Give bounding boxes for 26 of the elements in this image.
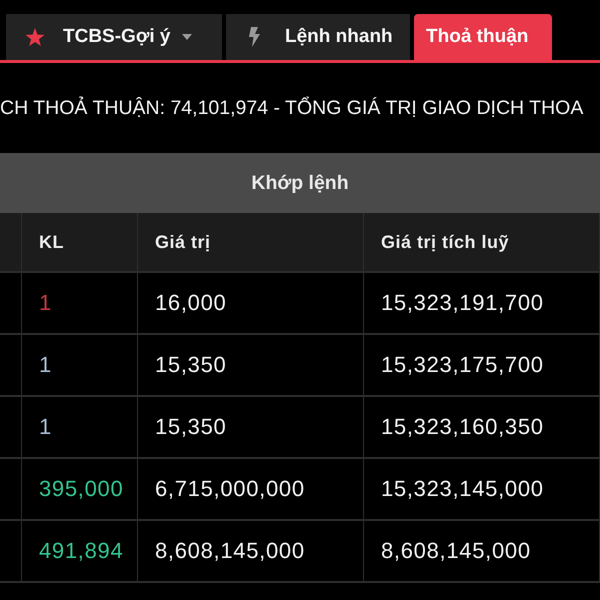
column-header: KL bbox=[39, 232, 64, 252]
column-header: Giá trị bbox=[155, 232, 211, 252]
table-group-header: Khớp lệnh bbox=[0, 153, 600, 213]
value-cell: 16,000 bbox=[155, 290, 226, 316]
column-header: Giá trị tích luỹ bbox=[381, 232, 510, 252]
volume-cell: 395,000 bbox=[39, 476, 124, 502]
volume-cell: 491,894 bbox=[39, 538, 124, 564]
caret-down-icon bbox=[182, 34, 192, 40]
lightning-icon bbox=[248, 27, 260, 47]
star-icon bbox=[25, 28, 45, 46]
ticker-text: CH THOẢ THUẬN: 74,101,974 - TỔNG GIÁ TRỊ GIAO DỊCH THOA bbox=[0, 96, 584, 120]
volume-cell: 1 bbox=[39, 290, 52, 316]
cumulative-value-cell: 15,323,145,000 bbox=[381, 476, 544, 502]
value-cell: 15,350 bbox=[155, 352, 226, 378]
tab[interactable]: TCBS-Gợi ý bbox=[6, 14, 222, 60]
volume-cell: 1 bbox=[39, 414, 52, 440]
cumulative-value-cell: 8,608,145,000 bbox=[381, 538, 531, 564]
volume-cell: 1 bbox=[39, 352, 52, 378]
value-cell: 6,715,000,000 bbox=[155, 476, 305, 502]
value-cell: 8,608,145,000 bbox=[155, 538, 305, 564]
value-cell: 15,350 bbox=[155, 414, 226, 440]
cumulative-value-cell: 15,323,175,700 bbox=[381, 352, 544, 378]
tab[interactable]: Lệnh nhanh bbox=[226, 14, 410, 60]
cumulative-value-cell: 15,323,160,350 bbox=[381, 414, 544, 440]
cumulative-value-cell: 15,323,191,700 bbox=[381, 290, 544, 316]
tab[interactable]: Thoả thuận bbox=[414, 14, 552, 60]
